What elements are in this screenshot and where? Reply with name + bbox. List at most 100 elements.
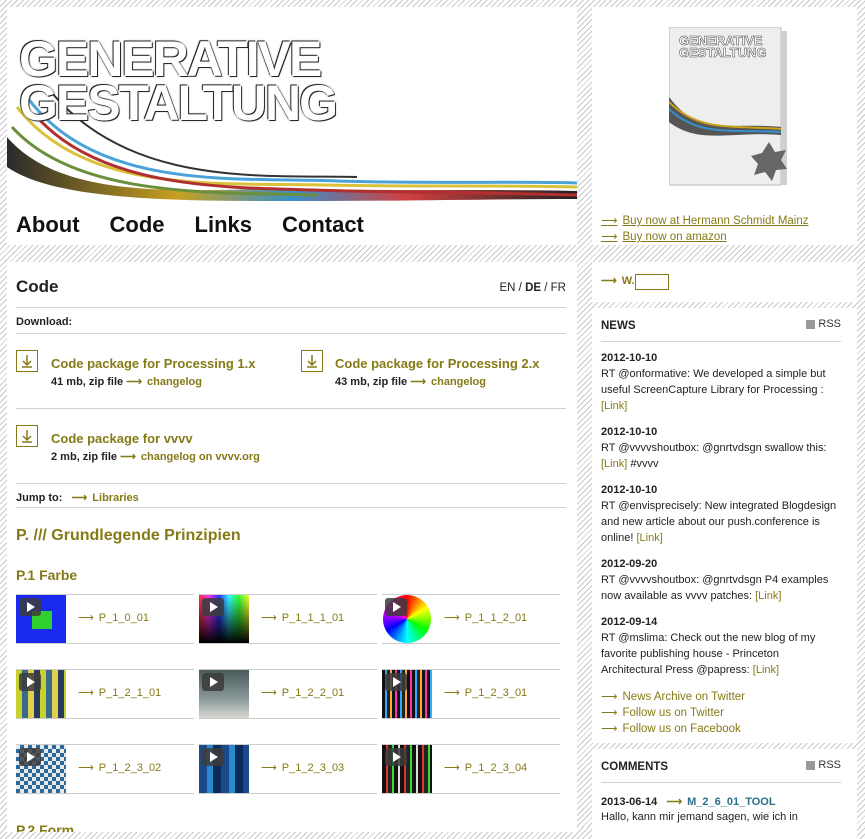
comment-date: 2013-06-14 <box>601 796 658 808</box>
nav-links[interactable]: Links <box>195 212 252 238</box>
download-icon[interactable] <box>301 350 323 372</box>
comments-rss-link[interactable]: RSS <box>806 759 841 771</box>
nav-about[interactable]: About <box>16 212 80 238</box>
sketch-link[interactable]: P_1_2_1_01 <box>78 686 161 699</box>
main-nav: About Code Links Contact <box>16 212 364 238</box>
changelog-link[interactable]: changelog <box>410 376 486 388</box>
download-processing-1-link[interactable]: Code package for Processing 1.x <box>51 356 255 371</box>
sketch-thumbnail <box>16 595 66 643</box>
news-date: 2012-10-10 <box>601 426 658 438</box>
sketch-tile[interactable]: P_1_2_1_01 <box>16 669 194 719</box>
changelog-vvvv-link[interactable]: changelog on vvvv.org <box>120 451 260 463</box>
nav-contact[interactable]: Contact <box>282 212 364 238</box>
divider <box>16 408 566 409</box>
download-processing-2-link[interactable]: Code package for Processing 2.x <box>335 356 539 371</box>
lang-en-link[interactable]: EN <box>500 282 516 294</box>
sketch-link[interactable]: P_1_2_3_02 <box>78 761 161 774</box>
news-archive-link[interactable]: News Archive on Twitter <box>601 689 746 703</box>
play-icon[interactable] <box>202 748 224 766</box>
nav-code[interactable]: Code <box>110 212 165 238</box>
news-link[interactable]: [Link] <box>753 664 779 676</box>
follow-facebook-link[interactable]: Follow us on Facebook <box>601 721 741 735</box>
sketch-tile[interactable]: P_1_2_3_02 <box>16 744 194 794</box>
sketch-tile[interactable]: P_1_1_2_01 <box>382 594 560 644</box>
search-input[interactable] <box>635 274 669 290</box>
subsection-title: P.1 Farbe <box>16 567 78 583</box>
play-icon[interactable] <box>19 748 41 766</box>
divider <box>16 333 566 334</box>
lang-de-current: DE <box>525 282 542 294</box>
sketch-tile[interactable]: P_1_2_3_04 <box>382 744 560 794</box>
play-icon[interactable] <box>19 673 41 691</box>
news-item: 2012-10-10 RT @envisprecisely: New integ… <box>601 482 841 546</box>
sketch-link[interactable]: P_1_2_3_01 <box>444 686 527 699</box>
sketch-tile[interactable]: P_1_1_1_01 <box>199 594 377 644</box>
sketch-link[interactable]: P_1_2_2_01 <box>261 686 344 699</box>
news-link[interactable]: [Link] <box>601 458 627 470</box>
book-cover-image[interactable]: GENERATIVE GESTALTUNG <box>669 27 787 187</box>
sidebar-comments: COMMENTS RSS 2013-06-14 M_2_6_01_TOOL Ha… <box>592 749 857 839</box>
svg-text:GESTALTUNG: GESTALTUNG <box>679 45 767 60</box>
main-content-panel: Code EN / DE / FR Download: Code package… <box>7 262 577 832</box>
buy-hermann-schmidt-link[interactable]: Buy now at Hermann Schmidt Mainz <box>601 213 809 227</box>
sketch-thumbnail <box>382 670 432 718</box>
rss-label: RSS <box>818 318 841 330</box>
news-item: 2012-09-20 RT @vvvvshoutbox: @gnrtvdsgn … <box>601 556 841 604</box>
download-icon[interactable] <box>16 425 38 447</box>
sketch-tile[interactable]: P_1_2_2_01 <box>199 669 377 719</box>
play-icon[interactable] <box>19 598 41 616</box>
jump-libraries-link[interactable]: Libraries <box>72 492 139 504</box>
search-label: W. <box>601 274 635 287</box>
news-link[interactable]: [Link] <box>755 590 781 602</box>
sketch-thumbnail <box>199 595 249 643</box>
sketch-tile[interactable]: P_1_2_3_03 <box>199 744 377 794</box>
sketch-link[interactable]: P_1_2_3_04 <box>444 761 527 774</box>
divider <box>601 782 841 783</box>
sidebar-search: W. <box>592 262 857 302</box>
play-icon[interactable] <box>385 748 407 766</box>
follow-twitter-link[interactable]: Follow us on Twitter <box>601 705 724 719</box>
lang-separator: / <box>541 282 551 294</box>
file-size: 41 mb, zip file <box>51 376 124 388</box>
rss-label: RSS <box>818 759 841 771</box>
sketch-thumbnail <box>199 670 249 718</box>
news-date: 2012-10-10 <box>601 484 658 496</box>
divider <box>16 483 566 484</box>
sketch-link[interactable]: P_1_1_1_01 <box>261 611 344 624</box>
changelog-link[interactable]: changelog <box>126 376 202 388</box>
lang-fr-link[interactable]: FR <box>551 282 566 294</box>
jump-to: Jump to: Libraries <box>16 491 139 504</box>
comments-heading: COMMENTS <box>601 761 669 773</box>
play-icon[interactable] <box>385 598 407 616</box>
play-icon[interactable] <box>202 598 224 616</box>
file-size: 43 mb, zip file <box>335 376 408 388</box>
rss-icon <box>806 760 816 770</box>
download-vvvv-meta: 2 mb, zip file changelog on vvvv.org <box>51 450 260 463</box>
sketch-link[interactable]: P_1_1_2_01 <box>444 611 527 624</box>
comment-sketch-link[interactable]: M_2_6_01_TOOL <box>666 796 775 808</box>
news-rss-link[interactable]: RSS <box>806 318 841 330</box>
comment-item: 2013-06-14 M_2_6_01_TOOL <box>601 795 776 808</box>
news-link[interactable]: [Link] <box>601 400 627 412</box>
news-text: RT @vvvvshoutbox: @gnrtvdsgn swallow thi… <box>601 442 827 454</box>
play-icon[interactable] <box>202 673 224 691</box>
sketch-link[interactable]: P_1_0_01 <box>78 611 149 624</box>
sketch-tile[interactable]: P_1_2_3_01 <box>382 669 560 719</box>
sketch-link[interactable]: P_1_2_3_03 <box>261 761 344 774</box>
news-link[interactable]: [Link] <box>636 532 662 544</box>
logo-title[interactable]: GENERATIVE GESTALTUNG <box>19 34 338 128</box>
book-panel: GENERATIVE GESTALTUNG Buy now at Hermann… <box>592 7 857 245</box>
buy-amazon-link[interactable]: Buy now on amazon <box>601 229 727 243</box>
file-size: 2 mb, zip file <box>51 451 118 463</box>
download-vvvv-link[interactable]: Code package for vvvv <box>51 431 193 446</box>
play-icon[interactable] <box>385 673 407 691</box>
news-item: 2012-10-10 RT @vvvvshoutbox: @gnrtvdsgn … <box>601 424 841 472</box>
download-processing-1-meta: 41 mb, zip file changelog <box>51 375 202 388</box>
next-subsection-title: P.2 Form <box>16 822 75 832</box>
news-item: 2012-10-10 RT @onformative: We developed… <box>601 350 841 414</box>
sketch-thumbnail <box>382 745 432 793</box>
download-icon[interactable] <box>16 350 38 372</box>
news-date: 2012-10-10 <box>601 352 658 364</box>
sketch-tile[interactable]: P_1_0_01 <box>16 594 194 644</box>
comment-text: Hallo, kann mir jemand sagen, wie ich in <box>601 811 798 823</box>
